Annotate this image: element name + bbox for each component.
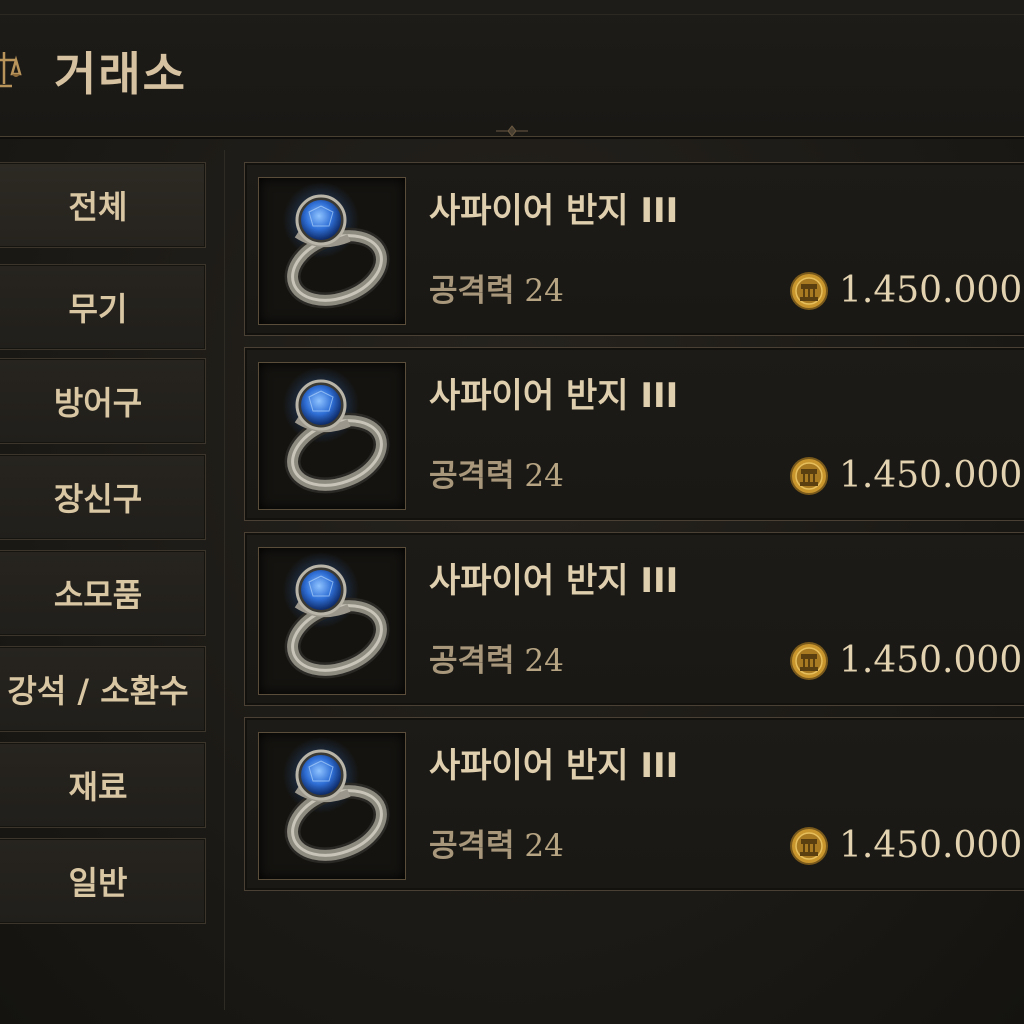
listing-item[interactable]: 사파이어 반지 III 공격력 24 1.450.000 (244, 717, 1024, 891)
stat-label: 공격력 (429, 643, 515, 679)
category-stone-summon[interactable]: 강석 / 소환수 (0, 646, 206, 732)
item-stat: 공격력 24 (429, 456, 564, 496)
category-label: 강석 / 소환수 (7, 672, 189, 710)
item-name: 사파이어 반지 III (429, 746, 679, 786)
listing-item[interactable]: 사파이어 반지 III 공격력 24 1.450.000 (244, 347, 1024, 521)
page-title: 거래소 (54, 47, 187, 101)
item-stat: 공격력 24 (429, 826, 564, 866)
listing-item[interactable]: 사파이어 반지 III 공격력 24 1.450.000 (244, 532, 1024, 706)
category-weapon[interactable]: 무기 (0, 264, 206, 350)
header-divider (0, 14, 1024, 15)
sapphire-ring-icon (283, 737, 390, 864)
stat-value: 24 (524, 828, 564, 864)
item-thumbnail (258, 547, 406, 695)
sapphire-ring-icon (283, 182, 390, 309)
scale-icon (0, 52, 22, 88)
category-sidebar: 전체 무기 방어구 장신구 소모품 강석 / 소환수 재료 일반 (0, 150, 225, 1010)
sapphire-ring-icon (283, 367, 390, 494)
category-label: 장신구 (53, 480, 143, 518)
item-stat: 공격력 24 (429, 271, 564, 311)
item-thumbnail (258, 177, 406, 325)
header-bar: 거래소 (0, 0, 1024, 137)
category-general[interactable]: 일반 (0, 838, 206, 924)
item-stat: 공격력 24 (429, 641, 564, 681)
stat-label: 공격력 (429, 458, 515, 494)
stat-label: 공격력 (429, 828, 515, 864)
category-label: 전체 (68, 188, 128, 226)
gold-coin-icon (790, 827, 828, 865)
stat-value: 24 (524, 643, 564, 679)
item-thumbnail (258, 732, 406, 880)
category-material[interactable]: 재료 (0, 742, 206, 828)
item-price: 1.450.000 (839, 640, 1023, 681)
item-name: 사파이어 반지 III (429, 191, 679, 231)
stat-label: 공격력 (429, 273, 515, 309)
category-label: 일반 (68, 864, 128, 902)
listing-item[interactable]: 사파이어 반지 III 공격력 24 1.450.000 (244, 162, 1024, 336)
stat-value: 24 (524, 273, 564, 309)
sapphire-ring-icon (283, 552, 390, 679)
category-label: 소모품 (53, 576, 143, 614)
category-consumable[interactable]: 소모품 (0, 550, 206, 636)
category-all[interactable]: 전체 (0, 162, 206, 248)
stat-value: 24 (524, 458, 564, 494)
gold-coin-icon (790, 457, 828, 495)
item-thumbnail (258, 362, 406, 510)
category-label: 방어구 (53, 384, 143, 422)
category-armor[interactable]: 방어구 (0, 358, 206, 444)
gold-coin-icon (790, 272, 828, 310)
header-ornament-icon (496, 125, 528, 137)
category-accessory[interactable]: 장신구 (0, 454, 206, 540)
category-label: 재료 (68, 768, 128, 806)
item-price: 1.450.000 (839, 825, 1023, 866)
item-price: 1.450.000 (839, 270, 1023, 311)
listing-panel: 사파이어 반지 III 공격력 24 1.450.000 사파이어 반지 III… (244, 162, 1024, 1012)
trade-window: 거래소 전체 무기 방어구 장신구 소모품 강석 / 소환수 재료 일반 사파이… (0, 0, 1024, 1024)
category-label: 무기 (68, 290, 128, 328)
item-price: 1.450.000 (839, 455, 1023, 496)
item-name: 사파이어 반지 III (429, 376, 679, 416)
gold-coin-icon (790, 642, 828, 680)
item-name: 사파이어 반지 III (429, 561, 679, 601)
